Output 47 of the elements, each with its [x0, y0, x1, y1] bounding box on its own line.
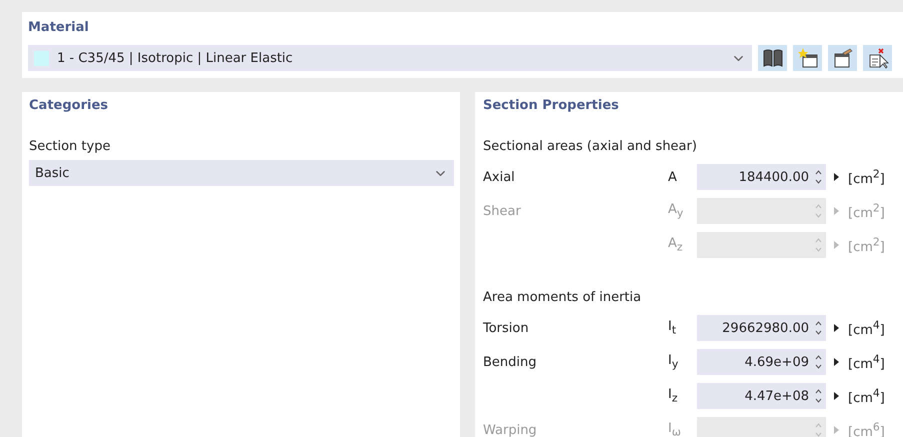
toolbar-button[interactable] [758, 45, 787, 71]
material-dropdown[interactable]: 1 - C35/45 | Isotropic | Linear Elastic [28, 45, 752, 71]
unit-label: [cm$^{6}$] [848, 424, 885, 437]
field-label: Section type [29, 138, 110, 156]
spinner-icon[interactable] [815, 169, 822, 185]
spinner-icon[interactable] [815, 354, 822, 370]
unit-label: [cm$^{2}$] [848, 172, 885, 187]
play-icon[interactable] [833, 323, 840, 333]
toolbar-button[interactable] [793, 45, 822, 71]
property-symbol: I$_{ω}$ [668, 421, 681, 436]
property-symbol: A$_{y}$ [668, 202, 684, 218]
unit-label: [cm$^{4}$] [848, 390, 885, 406]
property-label: Axial [483, 169, 515, 187]
group-heading: Area moments of inertia [483, 289, 642, 307]
spinner-icon[interactable] [815, 320, 822, 336]
book-icon [762, 48, 784, 68]
property-symbol: I$_{z}$ [668, 387, 678, 402]
window-edit-icon [832, 47, 854, 69]
panel-title: Section Properties [483, 97, 619, 115]
panel-title: Categories [29, 97, 108, 115]
unit-label: [cm$^{4}$] [848, 322, 885, 338]
toolbar-button[interactable] [828, 45, 857, 71]
number-field[interactable]: 184400.00 [697, 164, 826, 190]
property-label: Bending [483, 354, 537, 372]
document-delete-icon [866, 47, 888, 69]
number-field[interactable]: 4.47e+08 [697, 383, 826, 409]
property-symbol: A [668, 170, 677, 184]
property-label: Torsion [483, 320, 529, 338]
unit-label: [cm$^{4}$] [848, 356, 885, 372]
property-symbol: A$_{z}$ [668, 236, 683, 252]
number-field[interactable]: 4.69e+09 [697, 349, 826, 375]
section-type-dropdown[interactable]: Basic [29, 160, 454, 186]
toolbar-button[interactable] [863, 45, 892, 71]
number-field[interactable]: 29662980.00 [697, 315, 826, 341]
panel-title: Material [28, 19, 89, 37]
play-icon[interactable] [833, 357, 840, 367]
play-icon[interactable] [833, 172, 840, 182]
spinner-icon[interactable] [815, 388, 822, 404]
unit-label: [cm$^{2}$] [848, 206, 885, 221]
window-star-icon [796, 47, 818, 69]
property-label: Warping [483, 422, 537, 437]
property-label: Shear [483, 203, 521, 221]
unit-label: [cm$^{2}$] [848, 240, 885, 255]
property-symbol: I$_{t}$ [668, 319, 676, 334]
property-symbol: I$_{y}$ [668, 353, 678, 368]
group-heading: Sectional areas (axial and shear) [483, 138, 697, 156]
play-icon[interactable] [833, 391, 840, 401]
